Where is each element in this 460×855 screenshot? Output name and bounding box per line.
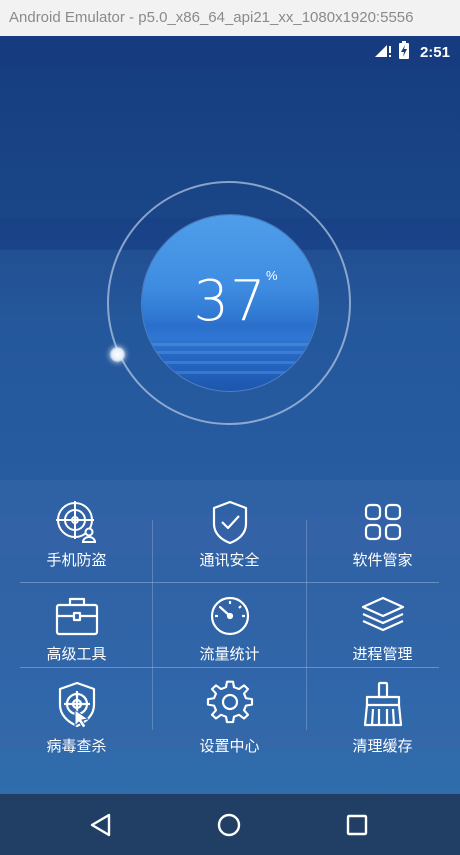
speedometer-icon [206,592,254,640]
tile-communication-security[interactable]: 通讯安全 [153,480,306,569]
tile-clear-cache[interactable]: 清理缓存 [306,668,459,755]
tile-label: 进程管理 [352,645,413,663]
gauge-wave [142,371,318,374]
phone-antitheft-icon [53,498,101,546]
gauge-wave [142,351,318,354]
tile-label: 高级工具 [46,645,107,663]
gauge-value: 37 [193,269,267,334]
toolbox-icon [53,592,101,640]
status-bar: 2:51 [0,36,460,68]
layers-icon [359,592,407,640]
tile-label: 流量统计 [199,645,260,663]
gauge-wave [142,361,318,364]
shield-check-icon [206,498,254,546]
virus-scan-icon [53,680,101,728]
tile-phone-antitheft[interactable]: 手机防盗 [0,480,153,569]
tile-advanced-tools[interactable]: 高级工具 [0,582,153,668]
tile-traffic-stats[interactable]: 流量统计 [153,582,306,668]
status-icons: 2:51 [374,36,450,68]
gauge-unit: % [266,268,278,283]
tile-label: 手机防盗 [46,551,107,569]
recents-square-icon [346,814,368,836]
tile-label: 设置中心 [199,737,260,755]
status-time: 2:51 [419,43,450,61]
recents-button[interactable] [339,807,375,843]
emulator-screen: Android Emulator - p5.0_x86_64_api21_xx_… [0,0,460,855]
back-button[interactable] [83,807,119,843]
tile-label: 软件管家 [352,551,413,569]
tile-process-manager[interactable]: 进程管理 [306,582,459,668]
back-triangle-icon [90,813,111,837]
tile-virus-scan[interactable]: 病毒查杀 [0,668,153,755]
emulator-window-title: Android Emulator - p5.0_x86_64_api21_xx_… [0,0,460,36]
tile-label: 病毒查杀 [46,737,107,755]
tile-label: 清理缓存 [352,737,413,755]
home-circle-icon [217,813,241,837]
battery-charging-icon [398,41,410,63]
gauge-wave [142,343,318,346]
gauge-knob[interactable] [110,347,125,362]
android-nav-bar [0,794,460,855]
feature-grid: 手机防盗 通讯安全 软件管家 高级工具 流量统计 进程管理 病毒查杀 设置中心 … [0,480,460,794]
app-grid-icon [359,498,407,546]
home-button[interactable] [211,807,247,843]
tile-software-manager[interactable]: 软件管家 [306,480,459,569]
signal-no-service-icon [374,42,392,62]
broom-icon [359,680,407,728]
tile-settings-center[interactable]: 设置中心 [153,668,306,755]
gear-icon [206,680,254,728]
tile-label: 通讯安全 [199,551,260,569]
